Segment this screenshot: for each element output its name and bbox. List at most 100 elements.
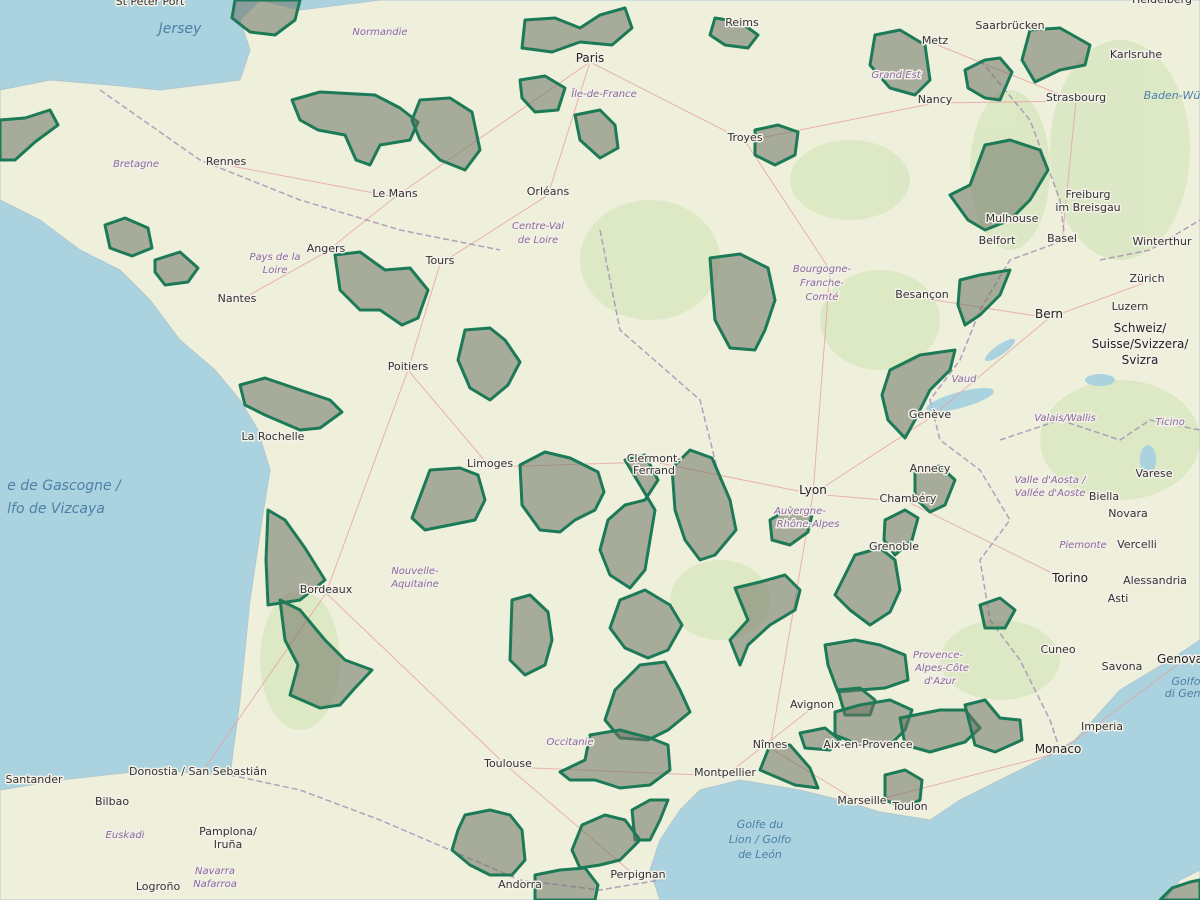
water-label: Golfe du <box>737 818 783 831</box>
city-label: Tours <box>425 254 455 267</box>
city-label: Nîmes <box>753 738 788 751</box>
city-label: Genève <box>909 408 952 421</box>
region-label: Aquitaine <box>390 579 439 590</box>
city-label: Saarbrücken <box>975 19 1044 32</box>
water-label: Jersey <box>156 21 202 37</box>
city-label: Alessandria <box>1123 574 1187 587</box>
region-label: Normandie <box>352 27 407 38</box>
city-label: Savona <box>1102 660 1143 673</box>
city-label: Zürich <box>1129 272 1164 285</box>
city-label: Toulon <box>891 800 927 813</box>
park-area <box>533 866 600 900</box>
city-label: Iruña <box>214 838 242 851</box>
city-label: Bordeaux <box>300 583 353 596</box>
city-label: Bern <box>1035 307 1063 321</box>
region-label: Rhône-Alpes <box>777 518 840 530</box>
city-label: Heidelberg <box>1132 0 1192 6</box>
city-label: Reims <box>725 16 759 29</box>
city-label: Avignon <box>790 698 834 711</box>
city-label: Lyon <box>799 483 827 497</box>
water-label: Baden-Wü <box>1144 89 1200 102</box>
city-label: Genova <box>1157 652 1200 666</box>
city-label: Besançon <box>895 288 949 301</box>
water-label: Svizra <box>1122 353 1159 367</box>
city-label: Luzern <box>1112 300 1149 313</box>
water-label: Schweiz/ <box>1114 321 1168 335</box>
water-label: lfo de Vizcaya <box>7 501 105 517</box>
city-label: Orléans <box>527 185 570 198</box>
city-label: Toulouse <box>483 757 532 770</box>
water-label: Suisse/Svizzera/ <box>1092 337 1190 351</box>
water-label: e de Gascogne / <box>7 478 122 494</box>
city-label: Pamplona/ <box>199 825 257 838</box>
city-label: Bilbao <box>95 795 129 808</box>
water-label: di Geno <box>1165 687 1200 700</box>
city-label: Asti <box>1108 592 1129 605</box>
region-label: Valais/Wallis <box>1034 413 1096 424</box>
city-label: Varese <box>1136 467 1173 480</box>
region-label: d'Azur <box>924 676 957 687</box>
region-label: de Loire <box>518 235 558 246</box>
city-label: Limoges <box>467 457 513 470</box>
city-label: Andorra <box>498 878 542 891</box>
region-label: Provence- <box>913 650 963 661</box>
region-label: Grand Est <box>871 70 921 81</box>
city-label: Freiburg <box>1066 188 1111 201</box>
region-label: Vaud <box>951 374 977 385</box>
city-label: Strasbourg <box>1046 91 1106 104</box>
city-label: Nantes <box>218 292 257 305</box>
city-label: Vercelli <box>1117 538 1157 551</box>
city-label: Perpignan <box>610 868 665 881</box>
water-label: Lion / Golfo <box>729 833 792 846</box>
city-label: Paris <box>576 51 605 65</box>
region-label: Bretagne <box>113 159 159 170</box>
city-label: St Peter Port <box>116 0 185 8</box>
region-label: Ticino <box>1155 417 1185 428</box>
region-label: Navarra <box>195 866 235 877</box>
region-label: Piemonte <box>1059 540 1106 551</box>
map-canvas[interactable]: e de Gascogne / lfo de Vizcaya Golfe du Lio… <box>0 0 1200 900</box>
city-label: Donostia / San Sebastián <box>129 765 267 778</box>
region-label: Euskadi <box>106 830 145 841</box>
region-label: Valle d'Aosta / <box>1014 475 1087 486</box>
city-label: La Rochelle <box>242 430 305 443</box>
city-label: Grenoble <box>869 540 919 553</box>
city-label: Annecy <box>910 462 951 475</box>
city-label: Mulhouse <box>986 212 1039 225</box>
region-label: Occitanie <box>547 737 594 748</box>
city-label: Winterthur <box>1132 235 1192 248</box>
city-label: Le Mans <box>372 187 417 200</box>
city-label: Metz <box>922 34 949 47</box>
city-label: Poitiers <box>388 360 429 373</box>
city-label: Torino <box>1051 571 1088 585</box>
city-label: Belfort <box>979 234 1016 247</box>
city-label: Chambéry <box>880 492 937 505</box>
region-label: Loire <box>263 265 288 276</box>
city-label: Angers <box>307 242 346 255</box>
region-label: Auvergne- <box>773 506 826 517</box>
region-label: Centre-Val <box>512 221 564 232</box>
region-label: Comté <box>806 291 839 303</box>
region-label: Nouvelle- <box>391 566 439 577</box>
region-label: Alpes-Côte <box>914 662 969 674</box>
city-label: Monaco <box>1035 742 1082 756</box>
city-label: Troyes <box>726 131 762 144</box>
city-label: Santander <box>6 773 63 786</box>
water-label: de León <box>738 848 782 861</box>
city-label: Montpellier <box>694 766 756 779</box>
city-label: Logroño <box>136 880 181 893</box>
city-label: Novara <box>1108 507 1147 520</box>
city-label: Biella <box>1089 490 1119 503</box>
city-label: Imperia <box>1081 720 1123 733</box>
city-label: Rennes <box>206 155 247 168</box>
city-label: Ferrand <box>633 464 675 477</box>
region-label: Franche- <box>800 278 844 289</box>
region-label: Vallée d'Aoste <box>1015 487 1086 499</box>
region-label: Bourgogne- <box>793 264 852 275</box>
city-label: Marseille <box>837 794 886 807</box>
city-label: Cuneo <box>1040 643 1075 656</box>
city-label: im Breisgau <box>1055 201 1120 214</box>
city-label: Basel <box>1047 232 1077 245</box>
region-label: Pays de la <box>249 252 300 263</box>
region-label: Nafarroa <box>193 879 237 890</box>
